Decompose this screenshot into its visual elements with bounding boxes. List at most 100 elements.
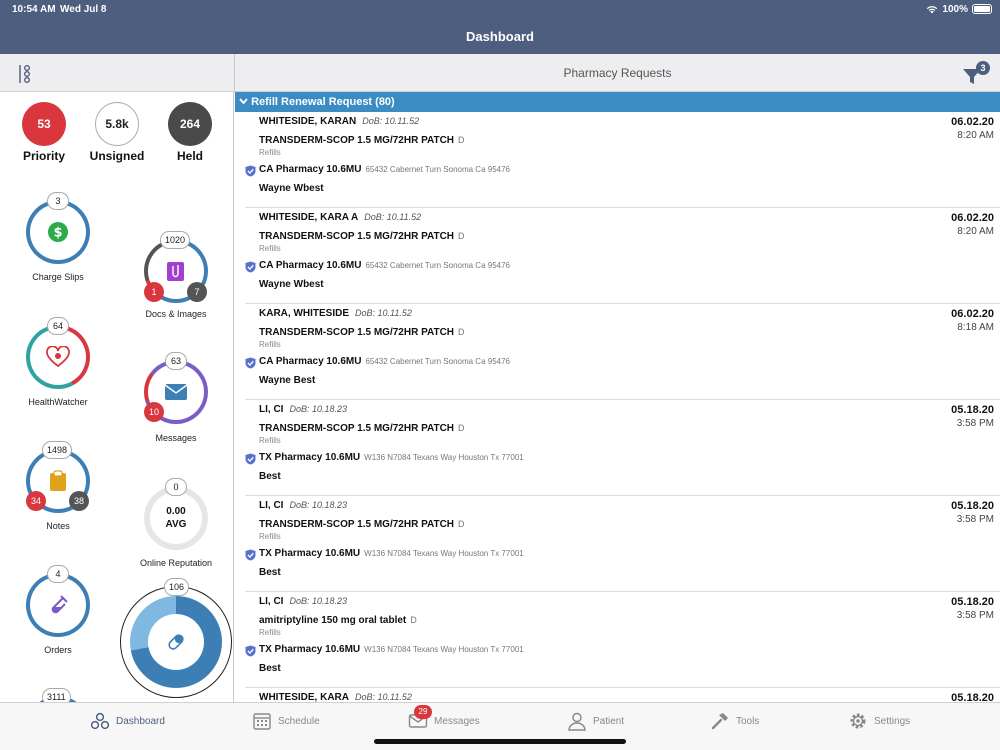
verified-shield-icon bbox=[245, 645, 256, 657]
patient-name: WHITESIDE, KARA A DoB: 10.11.52 bbox=[259, 212, 421, 223]
pharmacy-info: CA Pharmacy 10.6MU 65432 Cabernet Turn So… bbox=[259, 356, 510, 367]
group-header[interactable]: Refill Renewal Request (80) bbox=[235, 92, 1000, 112]
request-date: 06.02.20 bbox=[951, 212, 994, 224]
drug-name-text: TRANSDERM-SCOP 1.5 MG/72HR PATCH bbox=[259, 423, 455, 434]
reputation-value: 0.00 bbox=[166, 506, 186, 517]
request-row[interactable]: LI, CI DoB: 10.18.23 05.18.20 3:58 PM TRANSD… bbox=[245, 400, 1000, 496]
patient-name: WHITESIDE, KARAN DoB: 10.11.52 bbox=[259, 116, 419, 127]
docs-images-badge-right: 7 bbox=[187, 282, 207, 302]
tab-dashboard[interactable]: Dashboard bbox=[90, 711, 165, 731]
verified-shield-icon bbox=[245, 261, 256, 273]
pharmacy-name: CA Pharmacy 10.6MU bbox=[259, 356, 362, 367]
priority-stat[interactable]: 53 Priority bbox=[9, 102, 79, 163]
drug-flag: D bbox=[458, 519, 465, 529]
page-title: Dashboard bbox=[466, 29, 534, 44]
prescriptions-count: 106 bbox=[164, 578, 190, 596]
verified-shield-icon bbox=[245, 357, 256, 369]
pharmacy-address: 65432 Cabernet Turn Sonoma Ca 95476 bbox=[365, 357, 510, 366]
drug-name-text: amitriptyline 150 mg oral tablet bbox=[259, 615, 407, 626]
pharmacy-address: W136 N7084 Texans Way Houston Tx 77001 bbox=[364, 453, 524, 462]
held-stat[interactable]: 264 Held bbox=[155, 102, 225, 163]
docs-images-badge-left: 1 bbox=[144, 282, 164, 302]
patient-name: LI, CI DoB: 10.18.23 bbox=[259, 500, 347, 511]
tab-messages-label: Messages bbox=[434, 715, 480, 727]
healthwatcher-label: HealthWatcher bbox=[28, 397, 88, 407]
online-reputation-widget[interactable]: 0.00 AVG 0 bbox=[144, 478, 208, 550]
hammer-icon bbox=[711, 713, 728, 730]
drug-flag: D bbox=[458, 135, 465, 145]
messages-badge: 10 bbox=[144, 402, 164, 422]
pharmacy-info: TX Pharmacy 10.6MU W136 N7084 Texans Way … bbox=[259, 644, 524, 655]
tab-patient-label: Patient bbox=[593, 715, 625, 727]
request-date: 05.18.20 bbox=[951, 596, 994, 608]
patient-name: LI, CI DoB: 10.18.23 bbox=[259, 596, 347, 607]
dollar-icon: $ bbox=[48, 222, 68, 242]
customize-dashboard-icon[interactable] bbox=[16, 64, 32, 84]
patient-name-text: WHITESIDE, KARAN bbox=[259, 116, 357, 127]
tab-settings[interactable]: Settings bbox=[848, 711, 910, 731]
tab-tools[interactable]: Tools bbox=[710, 711, 759, 731]
heart-icon bbox=[46, 346, 70, 368]
orders-widget[interactable]: 4 bbox=[26, 565, 90, 637]
patient-name-text: WHITESIDE, KARA A bbox=[259, 212, 359, 223]
drug-name: amitriptyline 150 mg oral tablet D bbox=[259, 615, 417, 626]
tab-dashboard-label: Dashboard bbox=[116, 715, 165, 727]
refills-label: Refills bbox=[259, 148, 281, 157]
drug-name-text: TRANSDERM-SCOP 1.5 MG/72HR PATCH bbox=[259, 519, 455, 530]
drug-name-text: TRANSDERM-SCOP 1.5 MG/72HR PATCH bbox=[259, 135, 455, 146]
prescriber-name: Wayne Wbest bbox=[259, 279, 324, 290]
docs-images-count: 1020 bbox=[160, 231, 191, 249]
orders-label: Orders bbox=[44, 645, 72, 655]
status-right: 100% bbox=[926, 4, 968, 15]
prescriber-name: Wayne Wbest bbox=[259, 183, 324, 194]
tab-schedule[interactable]: Schedule bbox=[252, 711, 320, 731]
patient-name: KARA, WHITESIDE DoB: 10.11.52 bbox=[259, 308, 412, 319]
patient-name: WHITESIDE, KARA DoB: 10.11.52 bbox=[259, 692, 412, 702]
patient-name: LI, CI DoB: 10.18.23 bbox=[259, 404, 347, 415]
drug-name-text: TRANSDERM-SCOP 1.5 MG/72HR PATCH bbox=[259, 327, 455, 338]
refills-label: Refills bbox=[259, 340, 281, 349]
paperclip-document-icon bbox=[167, 262, 184, 281]
tab-patient[interactable]: Patient bbox=[567, 711, 624, 731]
request-row[interactable]: WHITESIDE, KARA DoB: 10.11.52 05.18.20 bbox=[245, 688, 1000, 702]
prescriber-name: Wayne Best bbox=[259, 375, 316, 386]
prescriptions-widget[interactable]: 106 bbox=[120, 578, 232, 698]
request-date: 06.02.20 bbox=[951, 308, 994, 320]
partial-widget-count: 3111 bbox=[42, 688, 71, 702]
pharmacy-name: CA Pharmacy 10.6MU bbox=[259, 164, 362, 175]
docs-images-widget[interactable]: 1020 1 7 bbox=[144, 231, 208, 303]
reputation-count: 0 bbox=[165, 478, 187, 496]
healthwatcher-count: 64 bbox=[47, 317, 69, 335]
notes-widget[interactable]: 1498 34 38 bbox=[26, 441, 90, 513]
messages-tab-badge: 29 bbox=[414, 705, 432, 719]
filter-count-badge: 3 bbox=[976, 61, 990, 75]
request-time: 8:20 AM bbox=[957, 226, 994, 237]
panel-title: Pharmacy Requests bbox=[563, 66, 672, 80]
refills-label: Refills bbox=[259, 628, 281, 637]
messages-widget[interactable]: 63 10 bbox=[144, 352, 208, 424]
pharmacy-requests-list: Refill Renewal Request (80) WHITESIDE, K… bbox=[235, 92, 1000, 702]
pharmacy-address: W136 N7084 Texans Way Houston Tx 77001 bbox=[364, 645, 524, 654]
healthwatcher-widget[interactable]: 64 bbox=[26, 317, 90, 389]
held-label: Held bbox=[176, 149, 203, 163]
verified-shield-icon bbox=[245, 549, 256, 561]
notes-label: Notes bbox=[46, 521, 70, 531]
request-row[interactable]: WHITESIDE, KARA A DoB: 10.11.52 06.02.20 8:… bbox=[245, 208, 1000, 304]
notes-badge-left: 34 bbox=[26, 491, 46, 511]
drug-name: TRANSDERM-SCOP 1.5 MG/72HR PATCH D bbox=[259, 519, 465, 530]
patient-dob: DoB: 10.11.52 bbox=[355, 308, 412, 318]
pill-icon bbox=[168, 634, 184, 650]
request-row[interactable]: LI, CI DoB: 10.18.23 05.18.20 3:58 PM TRANSD… bbox=[245, 496, 1000, 592]
dashboard-icon bbox=[90, 712, 110, 730]
filter-button[interactable]: 3 bbox=[962, 61, 990, 87]
tab-messages[interactable]: 29 Messages bbox=[408, 705, 480, 731]
request-row[interactable]: LI, CI DoB: 10.18.23 05.18.20 3:58 PM amitri… bbox=[245, 592, 1000, 688]
patient-dob: DoB: 10.18.23 bbox=[289, 500, 347, 510]
request-row[interactable]: KARA, WHITESIDE DoB: 10.11.52 06.02.20 8:18… bbox=[245, 304, 1000, 400]
pharmacy-address: W136 N7084 Texans Way Houston Tx 77001 bbox=[364, 549, 524, 558]
drug-name-text: TRANSDERM-SCOP 1.5 MG/72HR PATCH bbox=[259, 231, 455, 242]
request-row[interactable]: WHITESIDE, KARAN DoB: 10.11.52 06.02.20 8:2… bbox=[245, 112, 1000, 208]
patient-dob: DoB: 10.11.52 bbox=[355, 692, 412, 702]
charge-slips-widget[interactable]: $ 3 bbox=[26, 192, 90, 264]
unsigned-stat[interactable]: 5.8k Unsigned bbox=[82, 102, 152, 163]
